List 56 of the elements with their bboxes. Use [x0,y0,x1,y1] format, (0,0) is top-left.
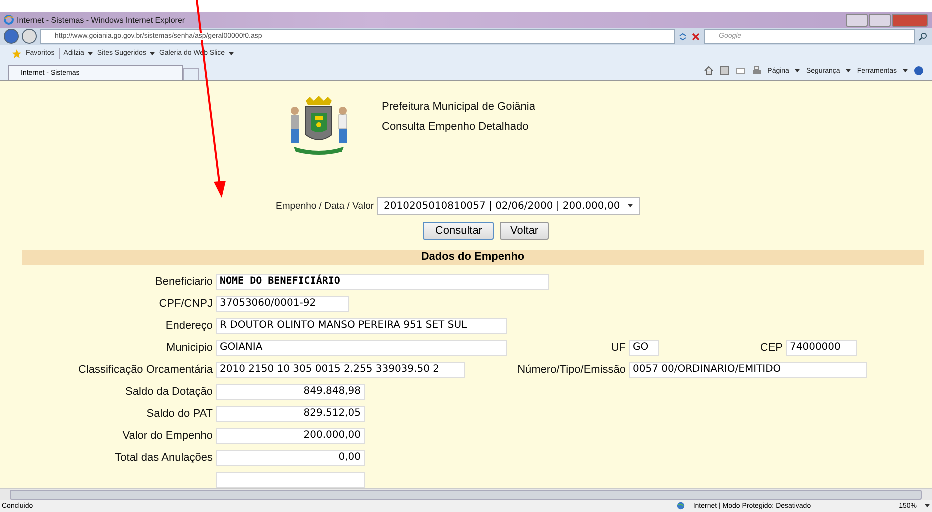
minimize-button[interactable] [846,14,868,26]
stop-icon[interactable] [691,32,701,42]
form-field[interactable]: 74000000 [786,340,857,356]
organization-name: Prefeitura Municipal de Goiânia [382,101,536,113]
back-page-button[interactable]: Voltar [500,222,549,240]
field-label: Saldo do PAT [146,408,213,420]
form-field[interactable]: 200.000,00 [216,428,365,444]
horizontal-scrollbar[interactable] [0,488,932,500]
form-field[interactable]: GO [629,340,659,356]
caret-icon[interactable] [903,69,908,73]
field-label: Classificação Orcamentária [78,364,213,376]
field-label: Número/Tipo/Emissão [516,364,626,376]
close-button[interactable] [892,14,928,26]
form-field[interactable]: 2010 2150 10 305 0015 2.255 339039.50 2 [216,362,465,378]
printer-icon[interactable] [752,66,762,76]
field-label: Municipio [166,342,213,354]
caret-icon[interactable] [846,69,852,73]
caret-icon[interactable] [150,52,156,56]
home-icon[interactable] [704,66,714,76]
section-header: Dados do Empenho [22,250,924,265]
field-label: Total das Anulações [114,452,213,464]
caret-icon [628,204,634,208]
field-label: CPF/CNPJ [158,298,213,310]
commitment-select[interactable]: 2010205010810057 | 02/06/2000 | 200.000,00 [377,197,640,216]
form-field[interactable]: 829.512,05 [216,406,365,422]
globe-icon [677,502,686,510]
field-label: UF [610,342,626,354]
field-label: CEP [759,342,783,354]
form-field[interactable]: NOME DO BENEFICIÁRIO [216,274,549,290]
form-field[interactable]: 0057 00/ORDINARIO/EMITIDO [629,362,867,378]
field-label: Saldo da Dotação [124,386,213,398]
search-icon[interactable] [918,32,928,42]
field-label: Beneficiario [154,276,213,288]
form-field[interactable]: 849.848,98 [216,384,365,400]
form-field[interactable]: GOIANIA [216,340,507,356]
star-icon[interactable] [12,48,22,58]
selector-label: Empenho / Data / Valor [276,200,374,212]
forward-button[interactable] [22,29,37,44]
field-label: Endereço [164,320,213,332]
page-title: Consulta Empenho Detalhado [382,121,530,133]
browser-logo-icon [4,15,14,25]
submit-button[interactable]: Consultar [423,222,494,240]
field-label: Valor do Empenho [122,430,213,442]
caret-icon[interactable] [795,69,800,73]
back-button[interactable] [4,29,19,44]
form-field[interactable]: 37053060/0001-92 [216,296,349,312]
caret-icon[interactable] [229,52,234,56]
caret-icon[interactable] [88,52,94,56]
window-title: Internet - Sistemas - Windows Internet Explorer [17,16,186,24]
form-field[interactable] [216,472,365,488]
refresh-icon[interactable] [678,32,688,42]
form-field[interactable]: 0,00 [216,450,365,466]
form-field[interactable]: R DOUTOR OLINTO MANSO PEREIRA 951 SET SUL [216,318,507,334]
maximize-button[interactable] [869,14,891,26]
caret-icon[interactable] [925,504,930,508]
scrollbar-thumb[interactable] [10,490,922,500]
